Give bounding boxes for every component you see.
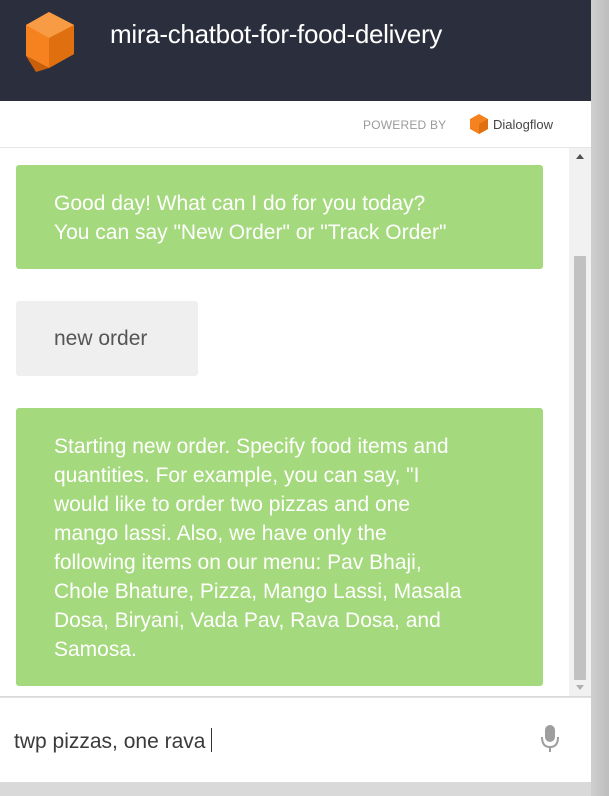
- message-line: Starting new order. Specify food items a…: [54, 435, 449, 458]
- chat-header: mira-chatbot-for-food-delivery: [0, 0, 591, 101]
- window-edge: [591, 0, 609, 796]
- message-line: mango lassi. Also, we have only the: [54, 522, 387, 545]
- message-line: following items on our menu: Pav Bhaji,: [54, 551, 422, 574]
- text-caret: [211, 728, 213, 752]
- message-line: quantities. For example, you can say, "I: [54, 464, 420, 487]
- chat-title: mira-chatbot-for-food-delivery: [110, 19, 443, 49]
- chat-scrollbar[interactable]: [569, 148, 591, 696]
- scrollbar-thumb[interactable]: [574, 256, 586, 680]
- message-input[interactable]: twp pizzas, one rava: [14, 728, 213, 754]
- message-line: Good day! What can I do for you today?: [54, 192, 426, 215]
- message-line: Chole Bhature, Pizza, Mango Lassi, Masal…: [54, 580, 462, 603]
- message-input-value: twp pizzas, one rava: [14, 730, 206, 753]
- message-line: Samosa.: [54, 638, 137, 661]
- user-message: new order: [16, 301, 198, 376]
- message-line: Dosa, Biryani, Vada Pav, Rava Dosa, and: [54, 609, 441, 632]
- message-line: would like to order two pizzas and one: [54, 493, 411, 516]
- message-input-bar: twp pizzas, one rava: [0, 697, 591, 782]
- microphone-icon[interactable]: [540, 724, 560, 754]
- scroll-up-arrow-icon[interactable]: [576, 154, 584, 159]
- bot-message: Good day! What can I do for you today? Y…: [16, 165, 543, 269]
- dialogflow-icon: [470, 114, 488, 134]
- message-list[interactable]: Good day! What can I do for you today? Y…: [0, 148, 569, 696]
- bot-message: Starting new order. Specify food items a…: [16, 408, 543, 686]
- message-line: You can say "New Order" or "Track Order": [54, 221, 447, 244]
- powered-by-bar: POWERED BY Dialogflow: [0, 101, 591, 148]
- scroll-down-arrow-icon[interactable]: [576, 685, 584, 690]
- orange-cube-logo-icon: [26, 12, 74, 72]
- dialogflow-brand-link[interactable]: Dialogflow: [493, 117, 553, 132]
- powered-by-label: POWERED BY: [363, 118, 447, 132]
